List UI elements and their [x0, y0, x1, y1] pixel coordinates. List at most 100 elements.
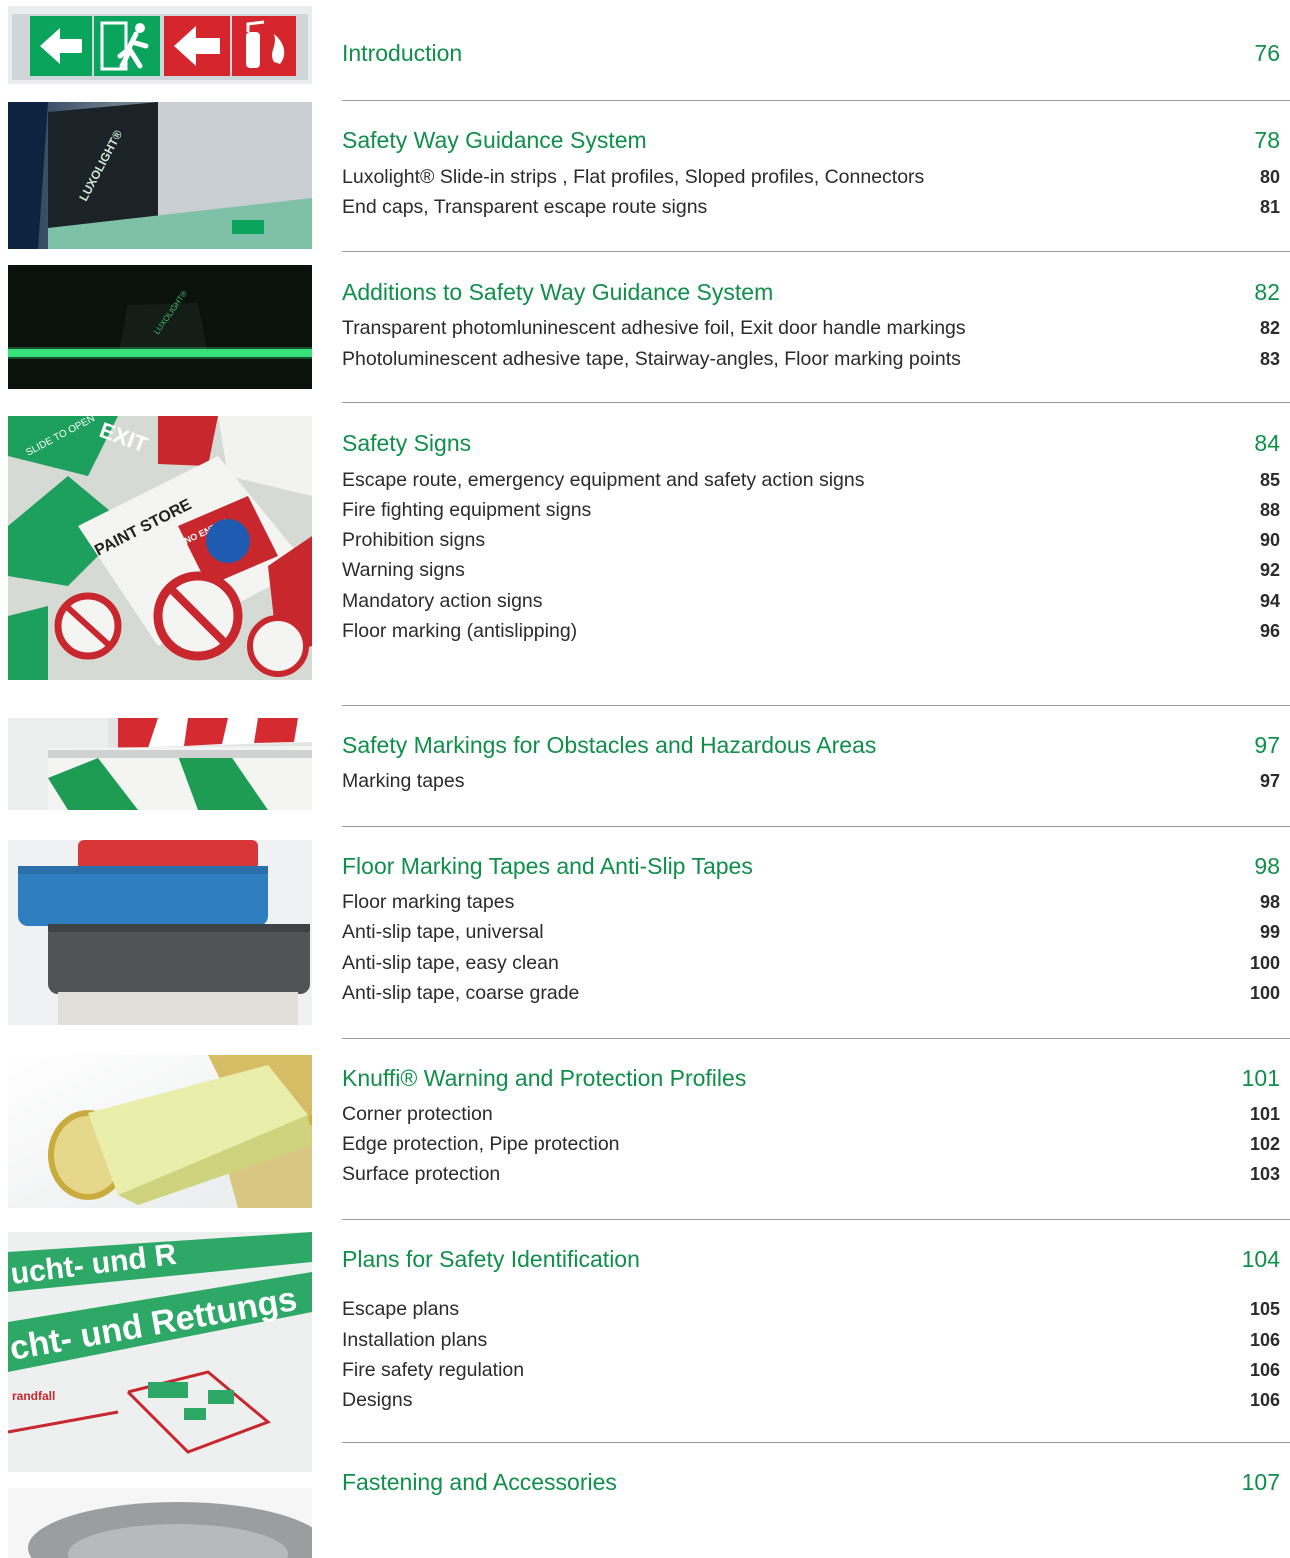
entry-page: 98: [1259, 892, 1280, 912]
section-heading[interactable]: Knuffi® Warning and Protection Profiles …: [342, 1065, 1280, 1097]
knuffi-profile-photo: [8, 1055, 312, 1208]
entry-title: Mandatory action signs: [342, 590, 543, 612]
entry-title: Marking tapes: [342, 770, 465, 792]
entry-title: End caps, Transparent escape route signs: [342, 196, 708, 218]
toc-entry[interactable]: Corner protection 101: [342, 1103, 1280, 1129]
section-heading[interactable]: Safety Markings for Obstacles and Hazard…: [342, 732, 1280, 764]
section-title: Additions to Safety Way Guidance System: [342, 279, 774, 305]
toc-entry[interactable]: Fire safety regulation 106: [342, 1359, 1280, 1385]
entry-page: 92: [1259, 560, 1280, 580]
toc-entry[interactable]: Escape route, emergency equipment and sa…: [342, 469, 1280, 495]
section-heading[interactable]: Plans for Safety Identification 104: [342, 1246, 1280, 1278]
section-heading[interactable]: Floor Marking Tapes and Anti-Slip Tapes …: [342, 853, 1280, 885]
entry-title: Corner protection: [342, 1103, 493, 1125]
entry-page: 102: [1249, 1134, 1280, 1154]
escape-plan-photo: ucht- und R cht- und Rettungs randfall: [8, 1232, 312, 1472]
toc-entry[interactable]: Photoluminescent adhesive tape, Stairway…: [342, 348, 1280, 374]
entry-page: 105: [1249, 1299, 1280, 1319]
entry-page: 106: [1249, 1330, 1280, 1350]
toc-entry[interactable]: Surface protection 103: [342, 1163, 1280, 1189]
toc-entry[interactable]: Escape plans 105: [342, 1298, 1280, 1324]
entry-title: Edge protection, Pipe protection: [342, 1133, 620, 1155]
glowing-corridor-photo: LUXOLIGHT®: [8, 265, 312, 389]
section-heading[interactable]: Safety Signs 84: [342, 430, 1280, 462]
section-heading[interactable]: Additions to Safety Way Guidance System …: [342, 279, 1280, 311]
section-title: Knuffi® Warning and Protection Profiles: [342, 1065, 747, 1091]
entry-title: Floor marking tapes: [342, 891, 515, 913]
divider: [342, 1442, 1290, 1443]
entry-title: Floor marking (antislipping): [342, 620, 578, 642]
entry-title: Escape plans: [342, 1298, 460, 1320]
entry-page: 90: [1259, 530, 1280, 550]
toc-entry[interactable]: Edge protection, Pipe protection 102: [342, 1133, 1280, 1159]
entry-page: 106: [1249, 1390, 1280, 1410]
section-title: Introduction: [342, 40, 463, 66]
toc-entry[interactable]: Luxolight® Slide-in strips , Flat profil…: [342, 166, 1280, 192]
divider: [342, 100, 1290, 101]
entry-page: 96: [1259, 621, 1280, 641]
toc-entry[interactable]: Anti-slip tape, coarse grade 100: [342, 982, 1280, 1008]
section-title: Floor Marking Tapes and Anti-Slip Tapes: [342, 853, 753, 879]
section-page: 101: [1241, 1065, 1280, 1091]
section-page: 107: [1241, 1469, 1280, 1495]
entry-page: 88: [1259, 500, 1280, 520]
entry-page: 82: [1259, 318, 1280, 338]
entry-page: 103: [1249, 1164, 1280, 1184]
toc-entry[interactable]: Marking tapes 97: [342, 770, 1280, 796]
entry-page: 106: [1249, 1360, 1280, 1380]
entry-page: 100: [1249, 983, 1280, 1003]
entry-page: 94: [1259, 591, 1280, 611]
entry-title: Photoluminescent adhesive tape, Stairway…: [342, 348, 961, 370]
entry-title: Anti-slip tape, easy clean: [342, 952, 559, 974]
toc-entry[interactable]: Fire fighting equipment signs 88: [342, 499, 1280, 525]
fire-extinguisher-icon: [232, 16, 296, 76]
section-page: 84: [1254, 430, 1280, 456]
tape-rolls-photo: [8, 840, 312, 1025]
divider: [342, 1038, 1290, 1039]
entry-page: 83: [1259, 349, 1280, 369]
section-heading[interactable]: Safety Way Guidance System 78: [342, 127, 1280, 159]
entry-title: Warning signs: [342, 559, 465, 581]
entry-title: Fire fighting equipment signs: [342, 499, 592, 521]
brandfall-label: randfall: [12, 1389, 55, 1403]
entry-title: Designs: [342, 1389, 413, 1411]
toc-entry[interactable]: Prohibition signs 90: [342, 529, 1280, 555]
entry-page: 80: [1259, 167, 1280, 187]
fastening-tape-photo: [8, 1488, 312, 1558]
entry-title: Luxolight® Slide-in strips , Flat profil…: [342, 166, 925, 188]
toc-entry[interactable]: Mandatory action signs 94: [342, 590, 1280, 616]
section-title: Safety Markings for Obstacles and Hazard…: [342, 732, 877, 758]
toc-entry[interactable]: Installation plans 106: [342, 1329, 1280, 1355]
entry-title: Anti-slip tape, universal: [342, 921, 544, 943]
section-title: Safety Signs: [342, 430, 472, 456]
section-title: Safety Way Guidance System: [342, 127, 647, 153]
toc-entry[interactable]: Anti-slip tape, easy clean 100: [342, 952, 1280, 978]
entry-page: 81: [1259, 197, 1280, 217]
section-heading[interactable]: Fastening and Accessories 107: [342, 1469, 1280, 1501]
entry-page: 85: [1259, 470, 1280, 490]
toc-entry[interactable]: Warning signs 92: [342, 559, 1280, 585]
toc-entry[interactable]: Floor marking tapes 98: [342, 891, 1280, 917]
safety-signs-photo: PAINT STORE NO ENTRY SLIDE TO OPEN EXIT: [8, 416, 312, 680]
toc-entry[interactable]: Designs 106: [342, 1389, 1280, 1415]
section-title: Plans for Safety Identification: [342, 1246, 640, 1272]
entry-title: Fire safety regulation: [342, 1359, 525, 1381]
divider: [342, 402, 1290, 403]
luxolight-corridor-photo: LUXOLIGHT®: [8, 102, 312, 249]
section-heading[interactable]: Introduction 76: [342, 40, 1280, 72]
toc-entry[interactable]: Floor marking (antislipping) 96: [342, 620, 1280, 646]
entry-title: Escape route, emergency equipment and sa…: [342, 469, 865, 491]
entry-title: Prohibition signs: [342, 529, 486, 551]
section-page: 98: [1254, 853, 1280, 879]
toc-entry[interactable]: Transparent photomluninescent adhesive f…: [342, 317, 1280, 343]
entry-page: 101: [1249, 1104, 1280, 1124]
toc-entry[interactable]: End caps, Transparent escape route signs…: [342, 196, 1280, 222]
marking-tape-photo: [8, 718, 312, 810]
divider: [342, 251, 1290, 252]
divider: [342, 826, 1290, 827]
section-page: 97: [1254, 732, 1280, 758]
entry-page: 100: [1249, 953, 1280, 973]
entry-title: Anti-slip tape, coarse grade: [342, 982, 580, 1004]
section-page: 76: [1254, 40, 1280, 66]
toc-entry[interactable]: Anti-slip tape, universal 99: [342, 921, 1280, 947]
